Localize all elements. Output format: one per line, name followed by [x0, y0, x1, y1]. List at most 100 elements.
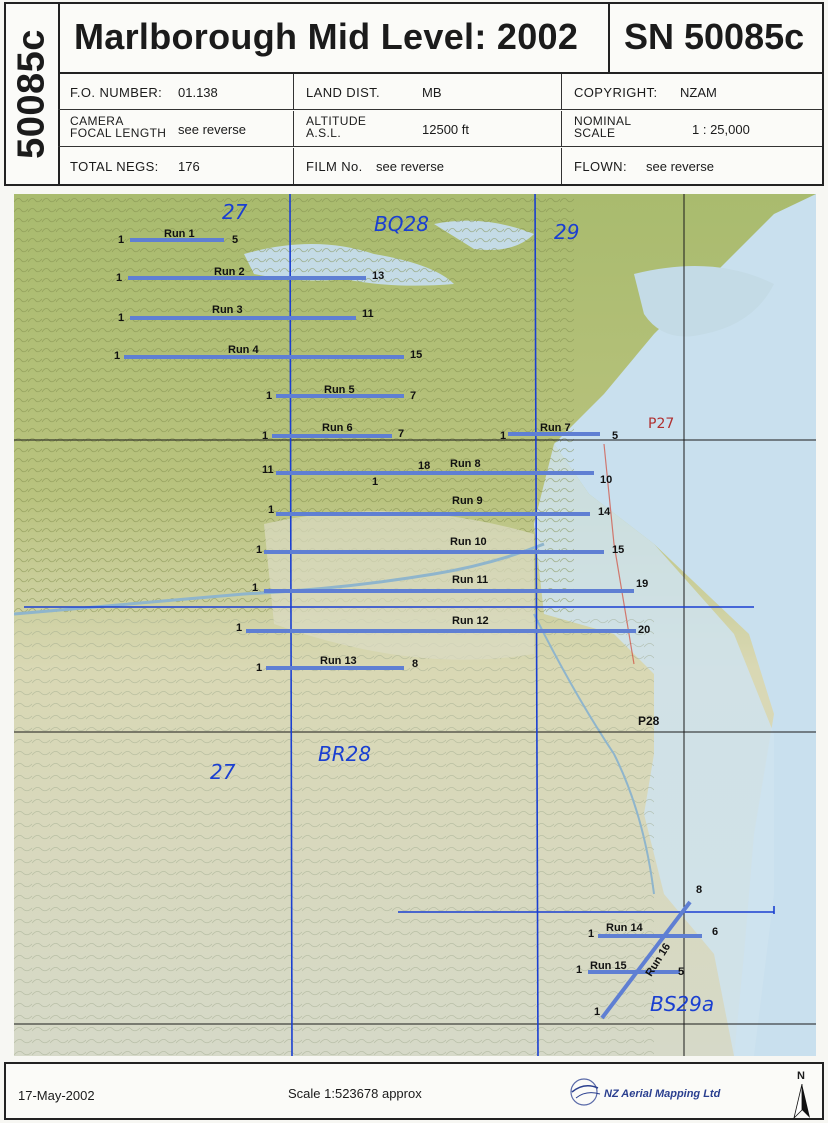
vertical-serial: 50085c [10, 29, 53, 159]
scale-label: NOMINAL SCALE [574, 115, 674, 139]
run-start-frame: 1 [500, 430, 507, 442]
run-name-label: Run 6 [322, 422, 353, 434]
flown-value: see reverse [646, 159, 714, 174]
run-start-frame: 1 [114, 350, 121, 362]
camera-cell: CAMERA FOCAL LENGTH see reverse [58, 111, 294, 147]
land-dist-label: LAND DIST. [306, 85, 381, 100]
run-start-frame: 1 [236, 622, 243, 634]
run-name-label: Run 15 [590, 960, 627, 972]
altitude-label: ALTITUDE A.S.L. [306, 115, 406, 139]
run-name-label: Run 1 [164, 228, 195, 240]
sheet-label-p28: P28 [638, 714, 660, 728]
run-start-frame: 1 [256, 662, 263, 674]
serial-number: SN 50085c [624, 16, 805, 57]
run-end-frame: 19 [636, 578, 649, 590]
run-name-label: Run 11 [452, 574, 489, 586]
scale-cell: NOMINAL SCALE 1 : 25,000 [562, 111, 822, 147]
camera-label-line-2: FOCAL LENGTH [70, 126, 167, 140]
run-name-label: Run 4 [228, 344, 259, 356]
info-row-3: TOTAL NEGS: 176 FILM No. see reverse FLO… [58, 148, 822, 184]
sheet-label-bottom-right: BS29a [650, 992, 715, 1016]
info-row-2: CAMERA FOCAL LENGTH see reverse ALTITUDE… [58, 111, 822, 147]
run-end-frame: 7 [410, 390, 417, 402]
vertical-serial-cell: 50085c [6, 4, 60, 184]
run-start-frame: 1 [268, 504, 275, 516]
run-name-label: Run 14 [606, 922, 643, 934]
flight-index-sheet: 50085c Marlborough Mid Level: 2002 SN 50… [0, 0, 828, 1123]
run-name-label: Run 5 [324, 384, 355, 396]
copyright-value: NZAM [680, 85, 717, 100]
info-row-1: F.O. NUMBER: 01.138 LAND DIST. MB COPYRI… [58, 74, 822, 110]
run-end-frame: 6 [712, 926, 719, 938]
run-end-frame: 5 [612, 430, 619, 442]
run-end-frame: 8 [412, 658, 419, 670]
run-name-label: Run 13 [320, 655, 357, 667]
sheet-label-top-right: 29 [554, 220, 580, 244]
run-end-frame: 10 [600, 474, 613, 486]
run-start-frame: 1 [576, 964, 583, 976]
north-label: N [797, 1070, 805, 1082]
topographic-map [14, 194, 816, 1056]
run-end-frame: 15 [612, 544, 625, 556]
flight-date: 17-May-2002 [18, 1088, 95, 1103]
run-name-label: Run 7 [540, 422, 571, 434]
relief-south [14, 614, 654, 1056]
run-start-frame: 1 [256, 544, 263, 556]
run-start-frame: 1 [594, 1006, 601, 1018]
copyright-label: COPYRIGHT: [574, 85, 658, 100]
total-negs-label: TOTAL NEGS: [70, 159, 159, 174]
fo-number-cell: F.O. NUMBER: 01.138 [58, 74, 294, 110]
run-end-frame: 11 [362, 308, 374, 320]
map-area: Run 1 1 5 Run 2 1 13 Run 3 1 11 Run 4 1 15 Run 5 1 7 Ru… [14, 194, 816, 1056]
company-logo-icon [570, 1078, 601, 1106]
run-name-label: Run 9 [452, 495, 483, 507]
camera-label: CAMERA FOCAL LENGTH [70, 115, 170, 139]
sheet-footer: 17-May-2002 Scale 1:523678 approx NZ Aer… [4, 1062, 824, 1120]
sheet-label-right-mid: P27 [648, 416, 675, 432]
flown-label: FLOWN: [574, 159, 627, 174]
run-start-frame: 1 [252, 582, 259, 594]
run-name-label: Run 8 [450, 458, 481, 470]
company-name: NZ Aerial Mapping Ltd [604, 1088, 721, 1100]
sheet-title: Marlborough Mid Level: 2002 [74, 16, 579, 57]
copyright-cell: COPYRIGHT: NZAM [562, 74, 822, 110]
run-end-frame: 5 [678, 966, 685, 978]
altitude-label-line-2: A.S.L. [306, 126, 342, 140]
total-negs-cell: TOTAL NEGS: 176 [58, 148, 294, 184]
run-start-frame: 1 [266, 390, 273, 402]
run-end-frame: 8 [696, 884, 703, 896]
sheet-label-bottom-left: 27 [210, 760, 236, 784]
run-start-frame: 1 [116, 272, 123, 284]
run-name-label: Run 3 [212, 304, 243, 316]
altitude-value: 12500 ft [422, 122, 469, 137]
camera-value: see reverse [178, 122, 246, 137]
film-label: FILM No. [306, 159, 363, 174]
run-name-label: Run 2 [214, 266, 245, 278]
run-end-frame: 14 [598, 506, 611, 518]
run-name-label: Run 10 [450, 536, 487, 548]
total-negs-value: 176 [178, 159, 200, 174]
sheet-label-top-mid: BQ28 [374, 212, 429, 236]
north-arrow: N [792, 1070, 812, 1120]
scale-label-line-2: SCALE [574, 126, 616, 140]
land-dist-value: MB [422, 85, 442, 100]
run-end-frame: 15 [410, 349, 423, 361]
serial-cell: SN 50085c [610, 4, 822, 74]
run-start-frame: 1 [118, 312, 125, 324]
north-arrow-icon [793, 1084, 810, 1120]
title-cell: Marlborough Mid Level: 2002 [58, 4, 610, 74]
run-mid-frame: 1 [372, 476, 379, 488]
run-end-frame: 13 [372, 270, 385, 282]
scale-value: 1 : 25,000 [692, 122, 750, 137]
fo-number-value: 01.138 [178, 85, 218, 100]
run-start-frame: 1 [262, 430, 269, 442]
company-logo: NZ Aerial Mapping Ltd [568, 1074, 778, 1114]
altitude-cell: ALTITUDE A.S.L. 12500 ft [294, 111, 562, 147]
run-name-label: Run 12 [452, 615, 489, 627]
run-end-frame: 7 [398, 428, 405, 440]
run-mid-frame: 18 [418, 460, 431, 472]
run-start-frame: 1 [118, 234, 125, 246]
run-end-frame: 5 [232, 234, 239, 246]
film-cell: FILM No. see reverse [294, 148, 562, 184]
run-start-frame: 1 [588, 928, 595, 940]
